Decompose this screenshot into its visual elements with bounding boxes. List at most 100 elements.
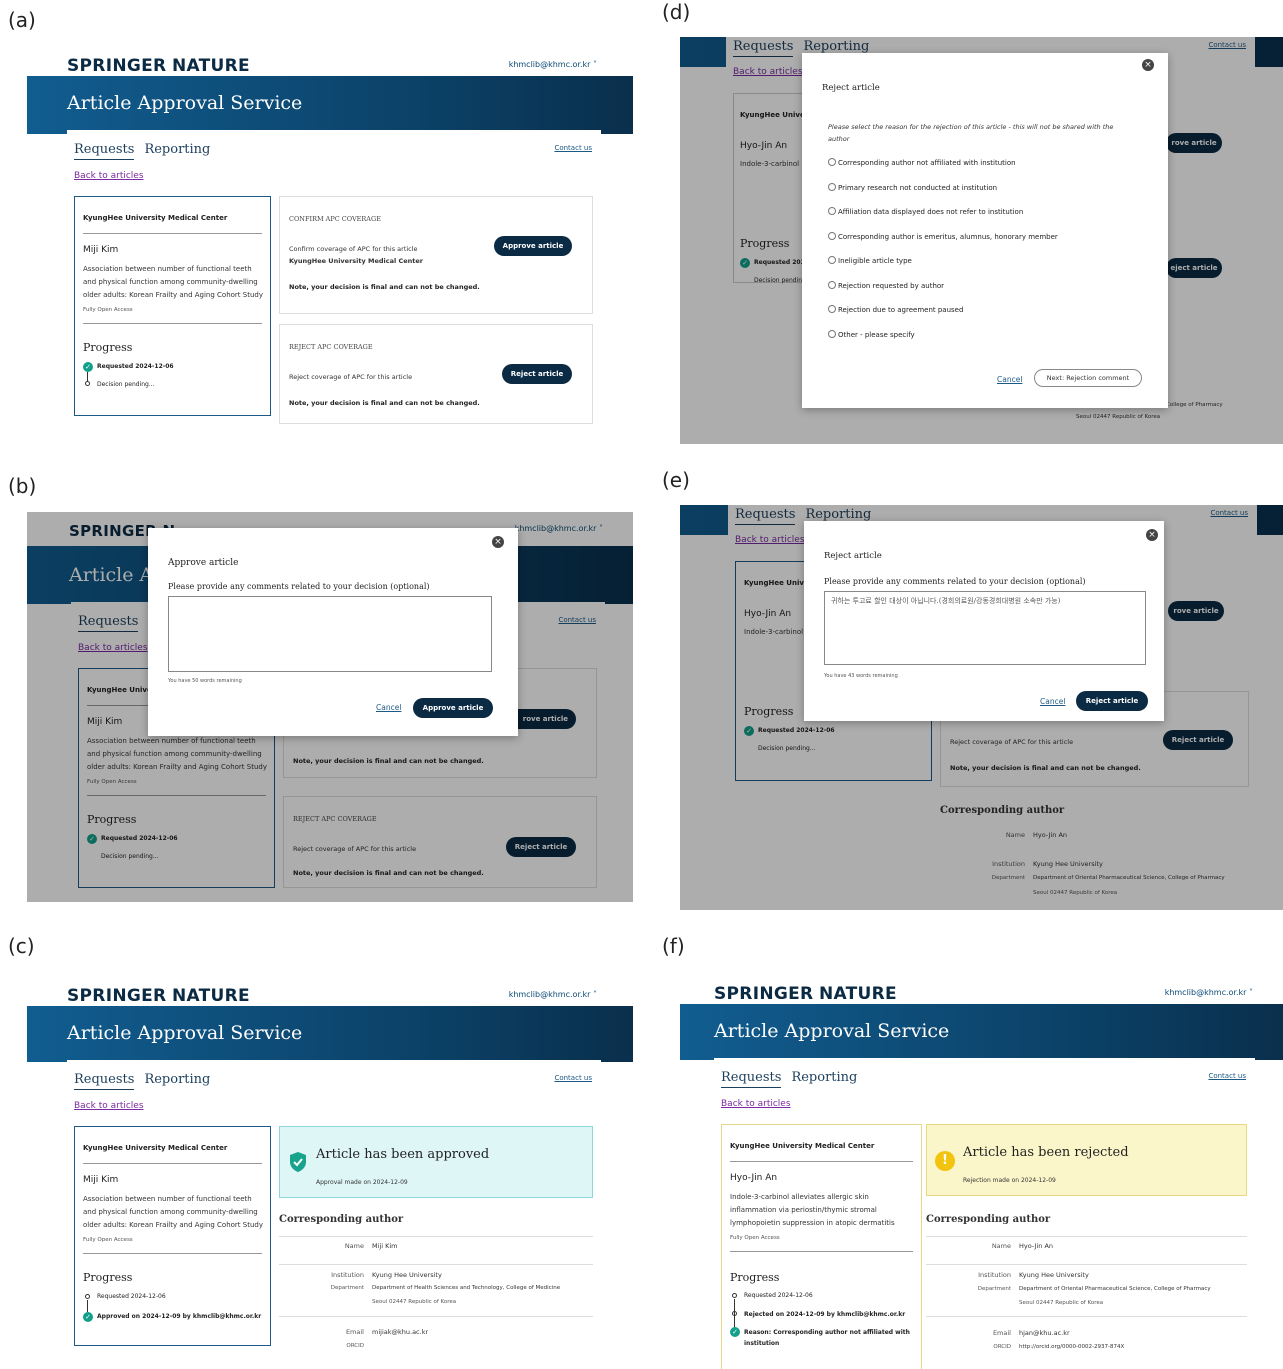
modal-title: Approve article xyxy=(168,558,239,568)
access-type: Fully Open Access xyxy=(730,1235,780,1241)
approve-modal: × Approve article Please provide any com… xyxy=(148,528,518,736)
reason-radio-3[interactable]: Affiliation data displayed does not refe… xyxy=(828,207,1023,216)
article-title: Association between number of functional… xyxy=(83,265,263,299)
divider xyxy=(730,1251,913,1252)
back-to-articles-link[interactable]: Back to articles xyxy=(721,1099,791,1109)
article-summary: KyungHee University Medical Center Miji … xyxy=(74,196,271,416)
institution-row: Institution Kyung Hee University xyxy=(978,1271,1089,1279)
panel-label-b: (b) xyxy=(8,474,37,498)
divider xyxy=(926,1264,1247,1265)
confirm-box: CONFIRM APC COVERAGE Confirm coverage of… xyxy=(279,196,593,314)
divider xyxy=(279,1264,593,1265)
shield-check-icon xyxy=(290,1152,306,1172)
progress-approved: Approved on 2024-12-09 by khmclib@khmc.o… xyxy=(97,1313,262,1320)
article-title: Indole-3-carbinol alleviates allergic sk… xyxy=(730,1193,895,1227)
tab-reporting[interactable]: Reporting xyxy=(144,142,210,157)
reason-radio-8[interactable]: Other - please specify xyxy=(828,330,915,339)
user-menu[interactable]: khmclib@khmc.or.kr ˅ xyxy=(509,60,597,69)
tab-requests[interactable]: Requests xyxy=(74,142,135,160)
email-row: Email mijiak@khu.ac.kr xyxy=(345,1328,429,1336)
author-name: Hyo-Jin An xyxy=(730,1173,778,1183)
contact-link[interactable]: Contact us xyxy=(554,144,592,152)
reason-radio-6[interactable]: Rejection requested by author xyxy=(828,281,944,290)
close-icon[interactable]: × xyxy=(1142,59,1154,71)
tab-bar: Requests Reporting xyxy=(74,142,220,160)
back-to-articles-link[interactable]: Back to articles xyxy=(74,171,144,181)
reject-reason-modal: × Reject article Please select the reaso… xyxy=(802,53,1168,408)
cancel-button[interactable]: Cancel xyxy=(1040,697,1065,706)
reason-radio-2[interactable]: Primary research not conducted at instit… xyxy=(828,183,997,192)
name-row: Name Miji Kim xyxy=(344,1242,398,1250)
reject-line1: Reject coverage of APC for this article xyxy=(289,373,413,381)
main-card: Requests Reporting Contact us Back to art… xyxy=(714,1058,1255,1369)
cancel-button[interactable]: Cancel xyxy=(376,703,401,712)
reject-box: REJECT APC COVERAGE Reject coverage of A… xyxy=(279,324,593,424)
back-to-articles-link[interactable]: Back to articles xyxy=(74,1101,144,1111)
institution-row: Institution Kyung Hee University xyxy=(331,1271,442,1279)
progress-heading: Progress xyxy=(83,341,133,354)
department-row: Department Department of Health Sciences … xyxy=(330,1285,561,1291)
reject-article-button[interactable]: Reject article xyxy=(502,364,572,384)
contact-link[interactable]: Contact us xyxy=(554,1074,592,1082)
user-menu[interactable]: khmclib@khmc.or.kr ˅ xyxy=(1165,988,1253,997)
tab-reporting[interactable]: Reporting xyxy=(791,1070,857,1085)
requested-dot xyxy=(732,1293,737,1298)
rejected-status-box: ! Article has been rejected Rejection ma… xyxy=(926,1124,1247,1196)
modal-prompt: Please provide any comments related to y… xyxy=(824,577,1086,586)
panel-label-f: (f) xyxy=(662,934,685,958)
reject-article-button[interactable]: Reject article xyxy=(1076,691,1148,711)
panel-label-e: (e) xyxy=(662,468,690,492)
email-row: Email hjan@khu.ac.kr xyxy=(992,1329,1070,1337)
tab-reporting[interactable]: Reporting xyxy=(144,1072,210,1087)
progress-heading: Progress xyxy=(83,1271,133,1284)
corresponding-author-heading: Corresponding author xyxy=(926,1214,1051,1225)
springer-nature-logo: SPRINGER NATURE xyxy=(714,984,897,1004)
progress-requested: Requested 2024-12-06 xyxy=(744,1292,813,1299)
next-rejection-comment-button[interactable]: Next: Rejection comment xyxy=(1034,369,1142,387)
progress-pending: Decision pending... xyxy=(97,381,155,388)
orcid-row: ORCID http://orcid.org/0000-0002-2937-874… xyxy=(993,1344,1125,1350)
cancel-button[interactable]: Cancel xyxy=(997,375,1022,384)
panel-label-d: (d) xyxy=(662,0,691,24)
reason-radio-1[interactable]: Corresponding author not affiliated with… xyxy=(828,158,1016,167)
status-date: Rejection made on 2024-12-09 xyxy=(963,1177,1056,1184)
status-date: Approval made on 2024-12-09 xyxy=(316,1179,408,1186)
check-icon: ✓ xyxy=(83,362,93,372)
springer-nature-logo: SPRINGER NATURE xyxy=(67,986,250,1006)
service-banner: Article Approval Service xyxy=(27,76,633,134)
comment-textarea[interactable] xyxy=(168,596,492,672)
panel-f: SPRINGER NATURE khmclib@khmc.or.kr ˅ Art… xyxy=(680,968,1283,1369)
reason-radio-5[interactable]: Ineligible article type xyxy=(828,256,912,265)
divider xyxy=(83,323,262,324)
main-card: Requests Reporting Contact us Back to art… xyxy=(67,1060,601,1369)
service-title: Article Approval Service xyxy=(67,92,303,114)
close-icon[interactable]: × xyxy=(1146,529,1158,541)
comment-textarea[interactable]: 귀하는 투고료 할인 대상이 아닙니다.(경희의료원/강동경희대병원 소속만 가… xyxy=(824,591,1146,665)
access-type: Fully Open Access xyxy=(83,1237,133,1243)
reason-radio-7[interactable]: Rejection due to agreement paused xyxy=(828,305,963,314)
tab-bar: Requests Reporting xyxy=(721,1070,867,1088)
reject-comment-modal: × Reject article Please provide any comm… xyxy=(804,521,1164,721)
service-banner: Article Approval Service xyxy=(680,1004,1283,1060)
reason-radio-4[interactable]: Corresponding author is emeritus, alumnu… xyxy=(828,232,1058,241)
contact-link[interactable]: Contact us xyxy=(1208,1072,1246,1080)
divider xyxy=(926,1236,1247,1237)
institution-name: KyungHee University Medical Center xyxy=(730,1142,875,1150)
service-title: Article Approval Service xyxy=(67,1022,303,1044)
user-menu[interactable]: khmclib@khmc.or.kr ˅ xyxy=(509,990,597,999)
panel-d: Requests Reporting Contact us Back to art… xyxy=(680,37,1283,444)
reject-instruction: Please select the reason for the rejecti… xyxy=(828,123,1114,143)
corresponding-author-heading: Corresponding author xyxy=(279,1214,404,1225)
approve-article-button[interactable]: Approve article xyxy=(494,236,572,256)
confirm-heading: CONFIRM APC COVERAGE xyxy=(289,215,381,223)
approved-status-box: Article has been approved Approval made … xyxy=(279,1126,593,1198)
progress-requested: Requested 2024-12-06 xyxy=(97,1293,166,1300)
modal-prompt: Please provide any comments related to y… xyxy=(168,582,430,591)
panel-label-a: (a) xyxy=(8,8,36,32)
check-icon: ✓ xyxy=(730,1327,740,1337)
approve-article-button[interactable]: Approve article xyxy=(413,698,493,718)
tab-requests[interactable]: Requests xyxy=(721,1070,782,1088)
words-remaining: You have 50 words remaining xyxy=(168,678,242,684)
tab-requests[interactable]: Requests xyxy=(74,1072,135,1090)
close-icon[interactable]: × xyxy=(492,536,504,548)
